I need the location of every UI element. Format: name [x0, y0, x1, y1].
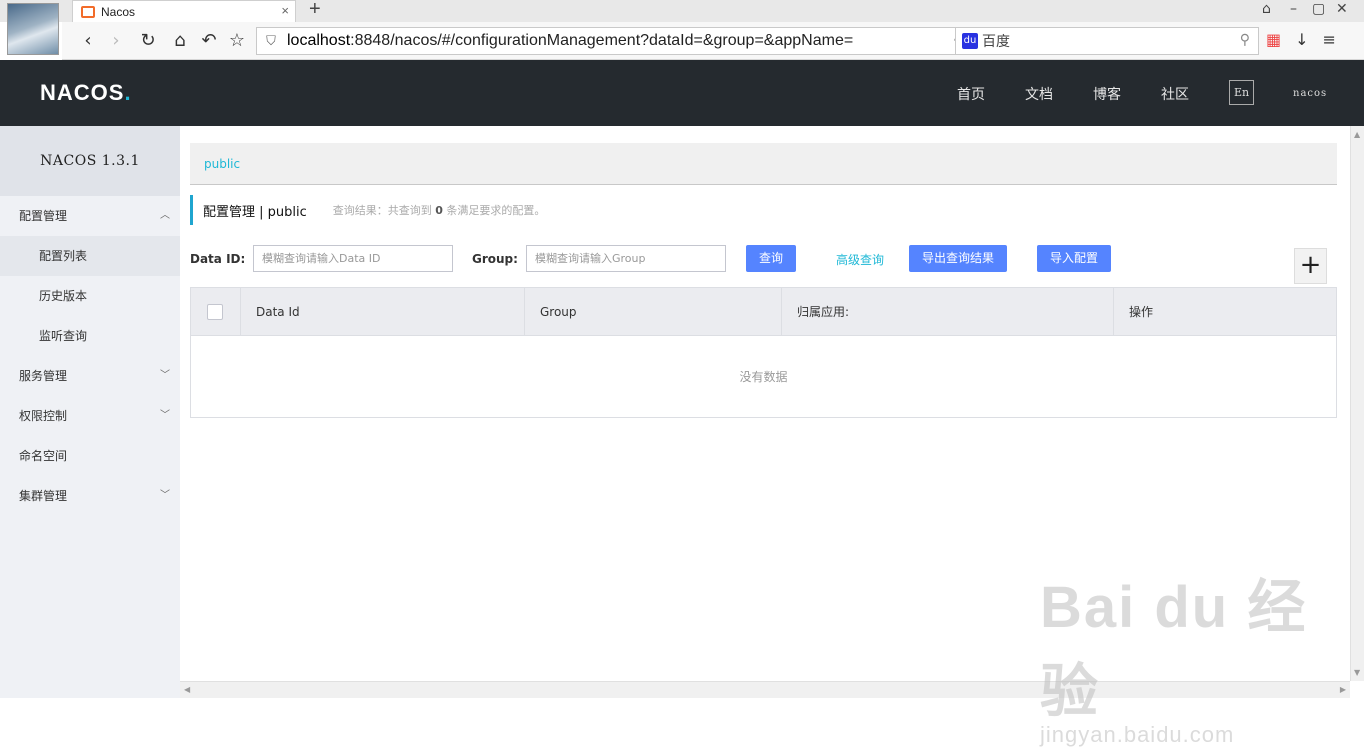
chevron-down-icon: ﹀ [160, 490, 170, 501]
browser-tools: ▦ ↓ ≡ [1266, 30, 1336, 49]
sidebar-item-label: 历史版本 [39, 289, 88, 303]
maximize-icon[interactable]: ▢ [1312, 1, 1325, 17]
sidebar: NACOS 1.3.1 配置管理 ︿ 配置列表 历史版本 监听查询 服务管理 ﹀… [0, 126, 180, 698]
column-header-actions: 操作 [1129, 305, 1154, 319]
namespace-bar: public [190, 143, 1337, 185]
sidebar-item-label: 权限控制 [19, 409, 68, 423]
sidebar-item-label: 命名空间 [19, 449, 68, 463]
group-input[interactable]: 模糊查询请输入Group [526, 245, 726, 272]
tab-close-icon[interactable]: × [281, 3, 289, 18]
bookmark-star-icon[interactable]: ☆ [225, 28, 249, 52]
home-icon[interactable]: ⌂ [168, 28, 192, 52]
namespace-link-public[interactable]: public [204, 157, 240, 171]
sidebar-item-label: 集群管理 [19, 489, 68, 503]
config-table: Data Id Group 归属应用: 操作 没有数据 [190, 287, 1337, 418]
scroll-up-icon[interactable]: ▲ [1354, 130, 1360, 139]
browser-tab-bar: Nacos × + ⌂ – ▢ ✕ [0, 0, 1364, 22]
sidebar-item-label: 配置列表 [39, 249, 88, 263]
select-all-checkbox[interactable] [207, 304, 223, 320]
chevron-up-icon: ︿ [160, 210, 170, 221]
sidebar-item-label: 监听查询 [39, 329, 88, 343]
data-id-label: Data ID: [190, 252, 246, 266]
username[interactable]: nacos [1293, 88, 1327, 99]
chevron-down-icon: ﹀ [160, 370, 170, 381]
menu-icon[interactable]: ≡ [1323, 30, 1336, 49]
baidu-icon: du [962, 33, 978, 49]
column-header-group[interactable]: Group [525, 288, 782, 336]
sidebar-item-access-control[interactable]: 权限控制 ﹀ [0, 396, 180, 436]
sidebar-item-service-management[interactable]: 服务管理 ﹀ [0, 356, 180, 396]
nacos-favicon-icon [81, 5, 95, 18]
search-placeholder: 百度 [982, 34, 1010, 50]
baidu-jingyan-watermark: Bai du 经验 jingyan.baidu.com [1040, 575, 1308, 747]
close-window-icon[interactable]: ✕ [1336, 1, 1348, 17]
export-results-button[interactable]: 导出查询结果 [909, 245, 1007, 272]
nav-community[interactable]: 社区 [1161, 84, 1189, 104]
page-title: 配置管理 | public [203, 204, 307, 220]
page-title-row: 配置管理 | public 查询结果：共查询到 0 条满足要求的配置。 [190, 195, 545, 225]
download-icon[interactable]: ↓ [1295, 30, 1308, 49]
search-box[interactable]: du 百度 ⚲ [955, 27, 1259, 55]
sidebar-item-config-list[interactable]: 配置列表 [0, 236, 180, 276]
browser-tab[interactable]: Nacos × [72, 0, 296, 22]
filter-row: Data ID: 模糊查询请输入Data ID Group: 模糊查询请输入Gr… [190, 245, 1340, 275]
table-header: Data Id Group 归属应用: 操作 [191, 288, 1336, 336]
apps-grid-icon[interactable]: ▦ [1266, 30, 1281, 49]
user-avatar[interactable] [7, 3, 59, 55]
tab-title: Nacos [101, 4, 136, 19]
address-bar[interactable]: ⛉ localhost:8848/nacos/#/configurationMa… [256, 27, 1016, 55]
select-all-cell [191, 288, 241, 336]
search-button[interactable]: 查询 [746, 245, 796, 272]
import-config-button[interactable]: 导入配置 [1037, 245, 1111, 272]
scroll-left-icon[interactable]: ◀ [184, 685, 190, 694]
language-toggle-button[interactable]: En [1229, 80, 1254, 105]
undo-icon[interactable]: ↶ [197, 28, 221, 52]
group-label: Group: [472, 252, 518, 266]
back-icon[interactable]: ‹ [76, 28, 100, 52]
forward-icon[interactable]: › [104, 28, 128, 52]
url-text[interactable]: localhost:8848/nacos/#/configurationMana… [287, 32, 887, 50]
add-config-button[interactable]: + [1294, 248, 1327, 284]
security-shield-icon: ⛉ [266, 33, 276, 49]
query-count: 0 [435, 204, 443, 217]
sidebar-item-cluster-management[interactable]: 集群管理 ﹀ [0, 476, 180, 516]
empty-table-message: 没有数据 [739, 370, 788, 384]
reload-icon[interactable]: ↻ [136, 28, 160, 52]
column-header-app[interactable]: 归属应用: [782, 288, 1114, 336]
nav-home[interactable]: 首页 [957, 84, 985, 104]
advanced-search-link[interactable]: 高级查询 [836, 251, 884, 268]
browser-toolbar: ‹ › ↻ ⌂ ↶ ☆ ⛉ localhost:8848/nacos/#/con… [62, 22, 1364, 60]
data-id-input[interactable]: 模糊查询请输入Data ID [253, 245, 453, 272]
column-header-data-id[interactable]: Data Id [241, 288, 525, 336]
sidebar-version-title: NACOS 1.3.1 [0, 126, 180, 196]
nav-docs[interactable]: 文档 [1025, 84, 1053, 104]
nav-blog[interactable]: 博客 [1093, 84, 1121, 104]
sidebar-item-namespace[interactable]: 命名空间 [0, 436, 180, 476]
sidebar-item-listener-query[interactable]: 监听查询 [0, 316, 180, 356]
chevron-down-icon: ﹀ [160, 410, 170, 421]
sidebar-item-label: 配置管理 [19, 209, 68, 223]
app-header: NACOS. 首页 文档 博客 社区 En nacos [0, 60, 1364, 126]
query-result-note: 查询结果：共查询到 0 条满足要求的配置。 [332, 204, 546, 217]
new-tab-button[interactable]: + [309, 0, 321, 21]
skin-icon[interactable]: ⌂ [1262, 1, 1271, 17]
sidebar-item-history[interactable]: 历史版本 [0, 276, 180, 316]
search-icon[interactable]: ⚲ [1240, 32, 1250, 48]
sidebar-item-label: 服务管理 [19, 369, 68, 383]
sidebar-item-config-management[interactable]: 配置管理 ︿ [0, 196, 180, 236]
nacos-logo[interactable]: NACOS. [40, 80, 132, 106]
minimize-icon[interactable]: – [1290, 1, 1297, 17]
